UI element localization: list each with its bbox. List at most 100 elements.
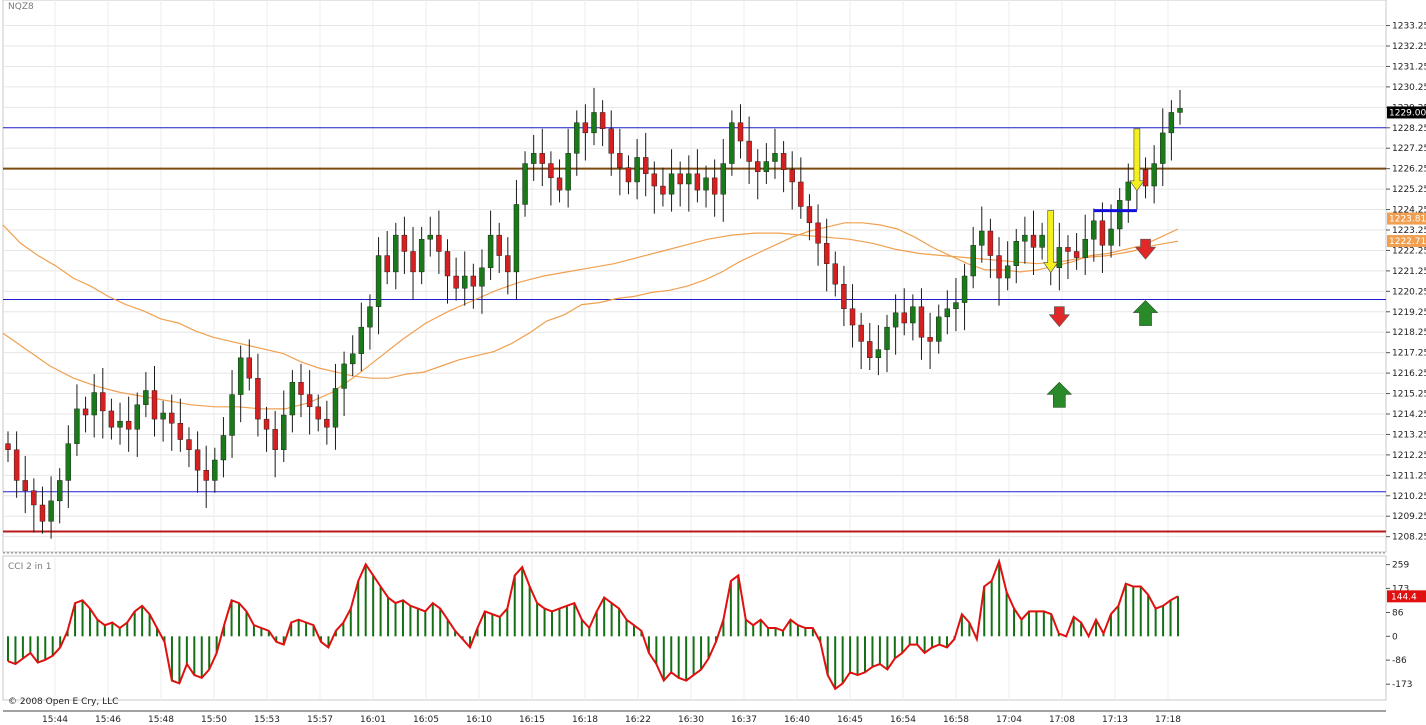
chart-canvas: 1233.251232.251231.251230.251229.251228.… [2,0,1426,725]
time-label: 16:05 [413,715,439,725]
candle-body [711,177,718,195]
candle-body [125,420,132,430]
time-label: 16:15 [519,715,545,725]
candle-body [108,410,115,428]
candle-body [539,153,545,164]
candle-body [625,167,632,183]
candle-body [194,449,201,471]
candle-body [703,177,709,191]
candle-body [591,112,597,134]
price-tick-label: 1210.25 [1392,492,1426,502]
candle-body [1039,234,1045,248]
candle-body [186,439,192,450]
candle-body [418,238,425,273]
candle-body [1116,200,1123,230]
candle-body [177,423,184,440]
candle-body [522,163,528,205]
candle-body [651,173,658,187]
price-tick-label: 1232.25 [1392,42,1426,52]
time-label: 16:40 [784,715,810,725]
candle-body [1108,228,1114,246]
candle-body [263,418,270,430]
candle-body [375,255,382,307]
candle-body [737,122,744,142]
candle-body [384,255,390,273]
cci-tick-label: -86 [1392,656,1407,666]
price-tick-label: 1230.25 [1392,83,1426,93]
candle-body [169,412,175,424]
candle-body [530,153,537,164]
candle-body [548,163,554,179]
time-label: 16:22 [625,715,651,725]
candle-body [315,406,321,420]
candle-body [246,357,252,379]
candle-body [1099,220,1106,246]
candle-body [1082,238,1088,258]
price-tick-label: 1216.25 [1392,369,1426,379]
time-label: 15:44 [42,715,68,725]
candle-body [599,112,606,129]
candle-body [220,435,227,461]
time-label: 16:45 [837,715,863,725]
candle-body [100,392,106,412]
candle-body [832,263,838,285]
candle-body [686,173,692,185]
candle-body [574,122,580,154]
candle-body [57,480,63,502]
candle-body [91,392,97,416]
price-tick-label: 1220.25 [1392,287,1426,297]
candle-body [203,470,209,481]
candle-body [789,169,795,183]
price-tick-label: 1226.25 [1392,165,1426,175]
cci-tag-label: 144.4 [1391,592,1417,602]
candle-body [212,459,218,481]
candle-body [487,234,494,269]
price-tick-label: 1219.25 [1392,308,1426,318]
candle-body [1022,234,1028,242]
price-tag-label: 1222.71 [1389,237,1426,247]
time-label: 17:13 [1102,715,1128,725]
candle-body [367,306,373,328]
candle-body [462,275,468,289]
time-label: 17:04 [996,715,1022,725]
candle-body [289,382,296,416]
time-label: 16:58 [943,715,969,725]
candle-body [910,306,916,324]
candle-body [815,222,821,244]
candle-body [324,418,330,428]
candle-body [780,153,787,170]
candle-body [22,480,28,491]
candle-body [13,449,20,481]
candle-body [298,382,304,395]
candle-body [1168,112,1175,134]
candle-body [1013,241,1019,266]
price-tick-label: 1223.25 [1392,226,1426,236]
price-tick-label: 1208.25 [1392,533,1426,543]
candle-body [901,312,907,324]
candle-body [565,153,571,191]
cci-tick-label: -173 [1392,680,1412,690]
candle-body [1073,251,1080,258]
candle-body [961,275,968,303]
cci-tick-label: 0 [1392,632,1398,642]
time-label: 15:50 [201,715,227,725]
candle-body [272,429,278,450]
candle-body [720,163,726,195]
candle-body [134,404,140,430]
price-tick-label: 1233.25 [1392,22,1426,32]
candle-body [74,408,80,444]
time-label: 16:37 [731,715,757,725]
candle-body [410,251,416,273]
candle-body [117,420,123,428]
candle-body [82,408,89,416]
candle-body [1056,247,1063,269]
candle-body [160,412,166,420]
time-label: 16:10 [466,715,492,725]
candle-body [806,206,813,224]
candle-body [479,267,485,287]
cci-tick-label: 259 [1392,561,1409,571]
time-label: 17:08 [1049,715,1075,725]
price-tick-label: 1225.25 [1392,185,1426,195]
indicator-title: CCI 2 in 1 [8,562,52,572]
candle-body [1030,234,1037,248]
